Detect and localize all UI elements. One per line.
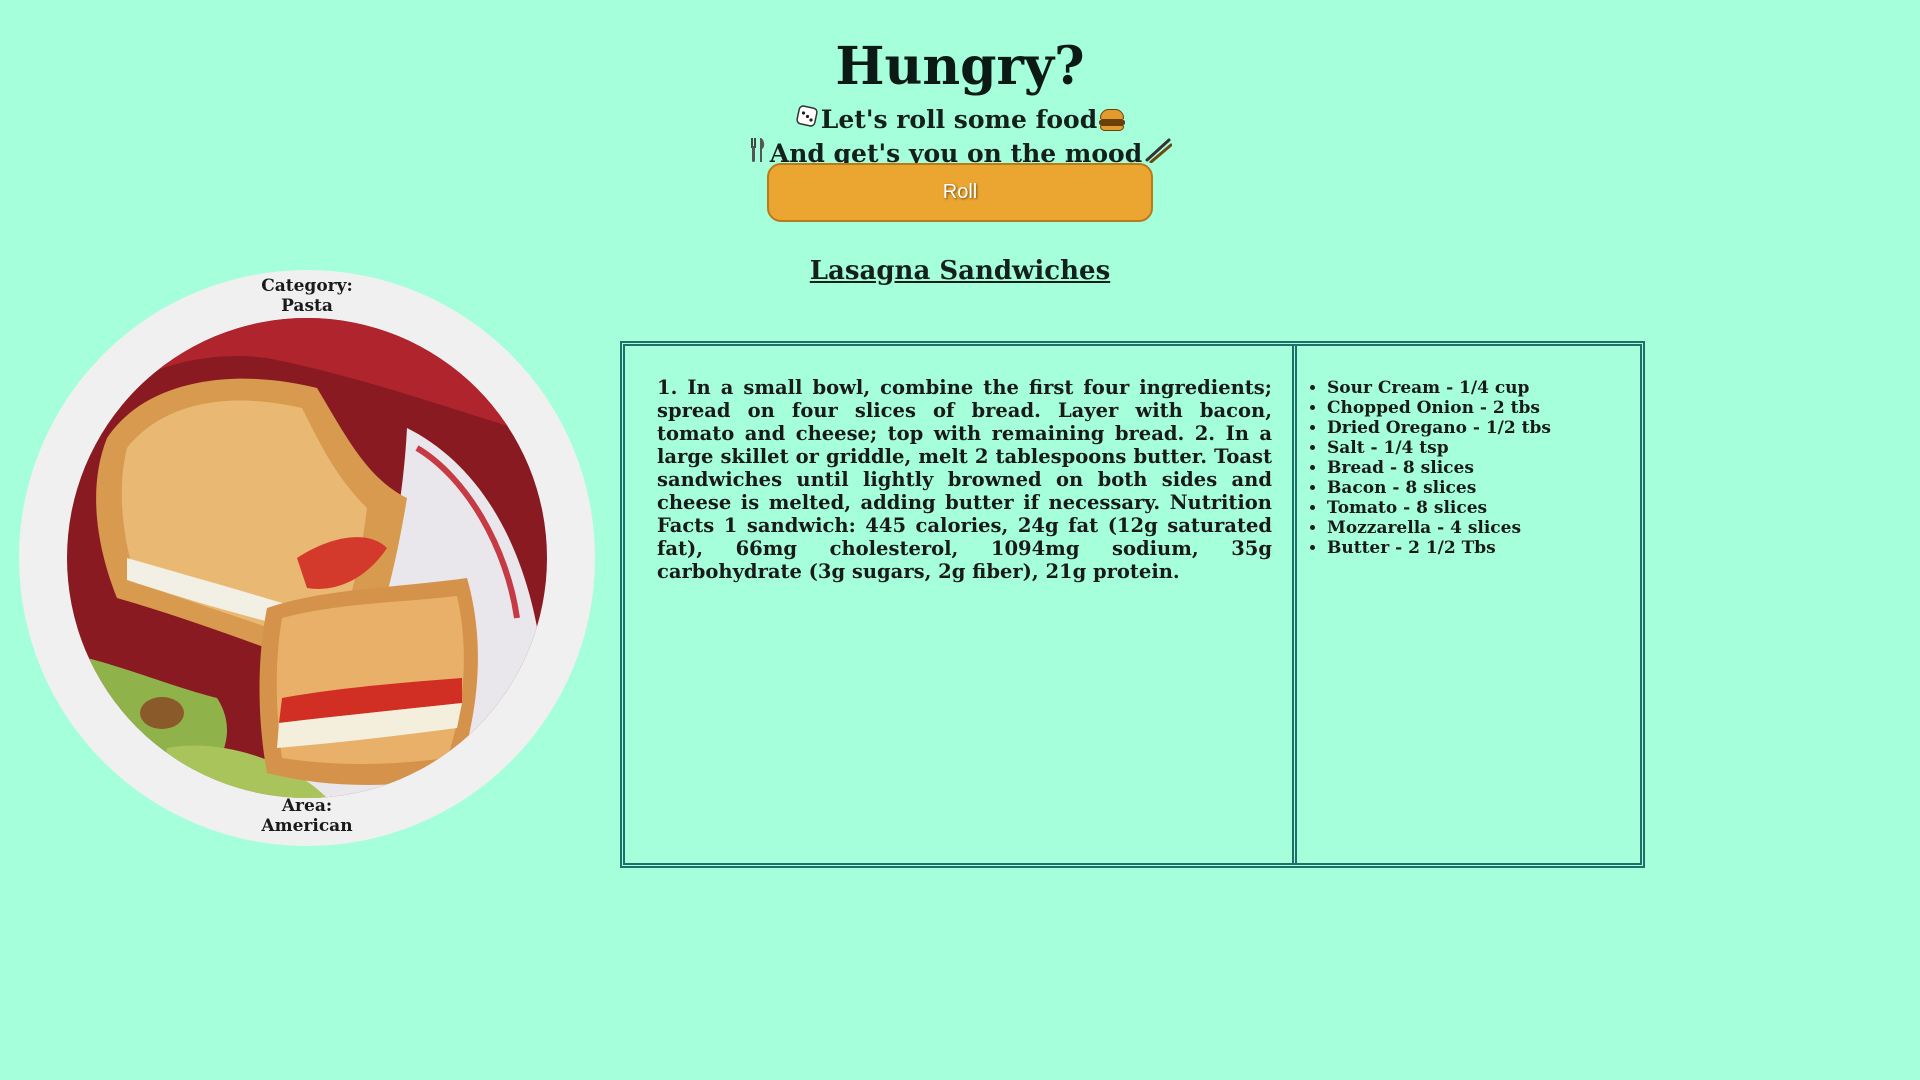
- tagline-roll-text: Let's roll some food: [820, 105, 1098, 134]
- page: Hungry? Let's roll some food And get's y…: [0, 0, 1920, 1080]
- ingredient-item: Salt - 1/4 tsp: [1327, 438, 1630, 458]
- ingredient-item: Dried Oregano - 1/2 tbs: [1327, 418, 1630, 438]
- ingredient-item: Butter - 2 1/2 Tbs: [1327, 538, 1630, 558]
- header: Hungry? Let's roll some food And get's y…: [0, 30, 1920, 172]
- ingredient-item: Bacon - 8 slices: [1327, 478, 1630, 498]
- area-label: Area:: [281, 796, 333, 816]
- category-block: Category: Pasta: [207, 276, 407, 316]
- area-block: Area: American: [207, 796, 407, 836]
- ingredients-list: Sour Cream - 1/4 cupChopped Onion - 2 tb…: [1297, 378, 1630, 558]
- recipe-details-box: 1. In a small bowl, combine the first fo…: [620, 341, 1645, 868]
- recipe-image-card: Category: Pasta Area: American: [19, 270, 595, 846]
- ingredient-item: Sour Cream - 1/4 cup: [1327, 378, 1630, 398]
- recipe-photo: [67, 318, 547, 798]
- area-value: American: [261, 816, 353, 836]
- roll-button[interactable]: Roll: [767, 163, 1153, 222]
- ingredient-item: Bread - 8 slices: [1327, 458, 1630, 478]
- dice-icon: [795, 104, 819, 136]
- tagline-roll: Let's roll some food: [0, 104, 1920, 136]
- ingredient-item: Mozzarella - 4 slices: [1327, 518, 1630, 538]
- page-title: Hungry?: [835, 36, 1085, 97]
- ingredients-panel: Sour Cream - 1/4 cupChopped Onion - 2 tb…: [1297, 346, 1640, 863]
- ingredient-item: Tomato - 8 slices: [1327, 498, 1630, 518]
- instructions-text: 1. In a small bowl, combine the first fo…: [657, 376, 1272, 583]
- category-label: Category:: [261, 276, 353, 296]
- instructions-panel: 1. In a small bowl, combine the first fo…: [625, 346, 1297, 863]
- fork-knife-icon: [748, 136, 768, 172]
- ingredient-item: Chopped Onion - 2 tbs: [1327, 398, 1630, 418]
- category-value: Pasta: [281, 296, 333, 316]
- burger-icon: [1099, 108, 1126, 132]
